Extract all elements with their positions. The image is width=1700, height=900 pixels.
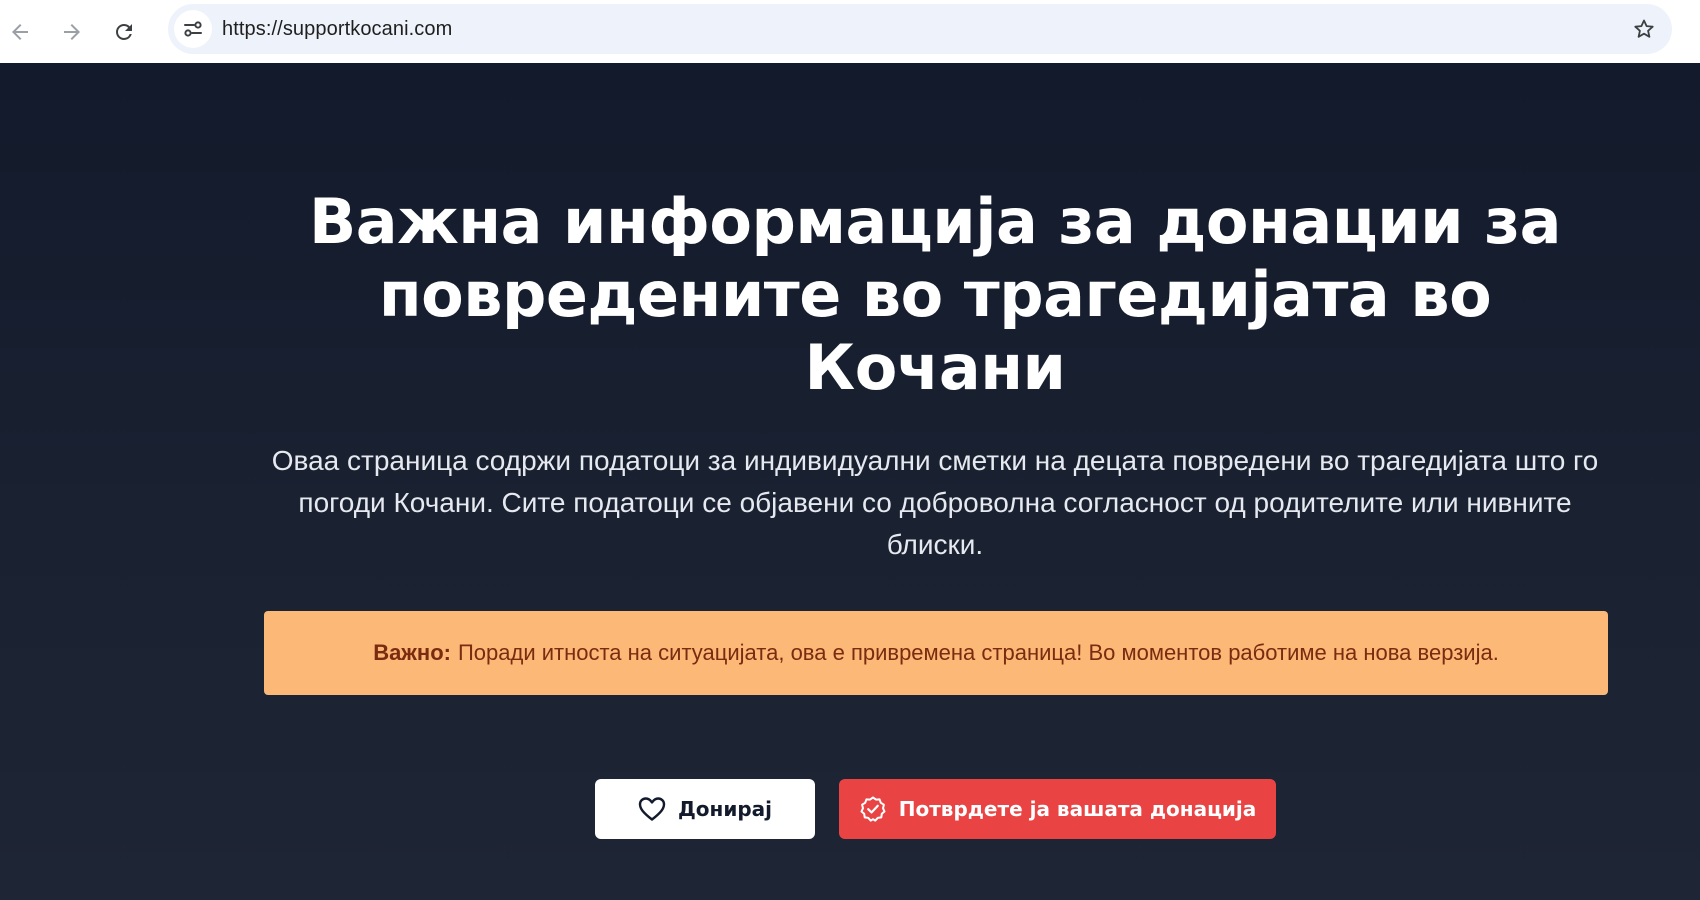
arrow-left-icon	[12, 23, 28, 40]
confirm-donation-button[interactable]: Потврдете ја вашата донација	[839, 779, 1276, 839]
arrow-right-icon	[64, 23, 80, 40]
important-notice: Важно: Поради итноста на ситуацијата, ов…	[264, 611, 1608, 695]
browser-toolbar: https://supportkocani.com	[0, 0, 1700, 63]
back-button[interactable]	[0, 10, 42, 54]
tune-icon	[184, 21, 202, 37]
page-content: Важна информација за донации за повреден…	[0, 63, 1700, 900]
notice-label: Важно:	[373, 640, 451, 665]
donate-button[interactable]: Донирај	[595, 779, 815, 839]
forward-button[interactable]	[50, 10, 94, 54]
site-info-button[interactable]	[174, 10, 212, 48]
page-description: Оваа страница содржи податоци за индивид…	[271, 445, 1599, 560]
notice-text: Поради итноста на ситуацијата, ова е при…	[457, 640, 1499, 665]
donate-label: Донирај	[677, 797, 773, 821]
reload-button[interactable]	[102, 10, 146, 54]
page-title: Важна информација за донации за повреден…	[309, 185, 1562, 404]
check-badge-icon	[859, 795, 887, 823]
url-text[interactable]: https://supportkocani.com	[222, 18, 452, 41]
bookmark-button[interactable]	[1630, 15, 1658, 43]
address-bar[interactable]: https://supportkocani.com	[168, 4, 1672, 54]
heart-icon	[638, 796, 666, 822]
reload-icon	[116, 23, 132, 40]
confirm-label: Потврдете ја вашата донација	[898, 797, 1257, 821]
star-icon	[1634, 19, 1654, 38]
